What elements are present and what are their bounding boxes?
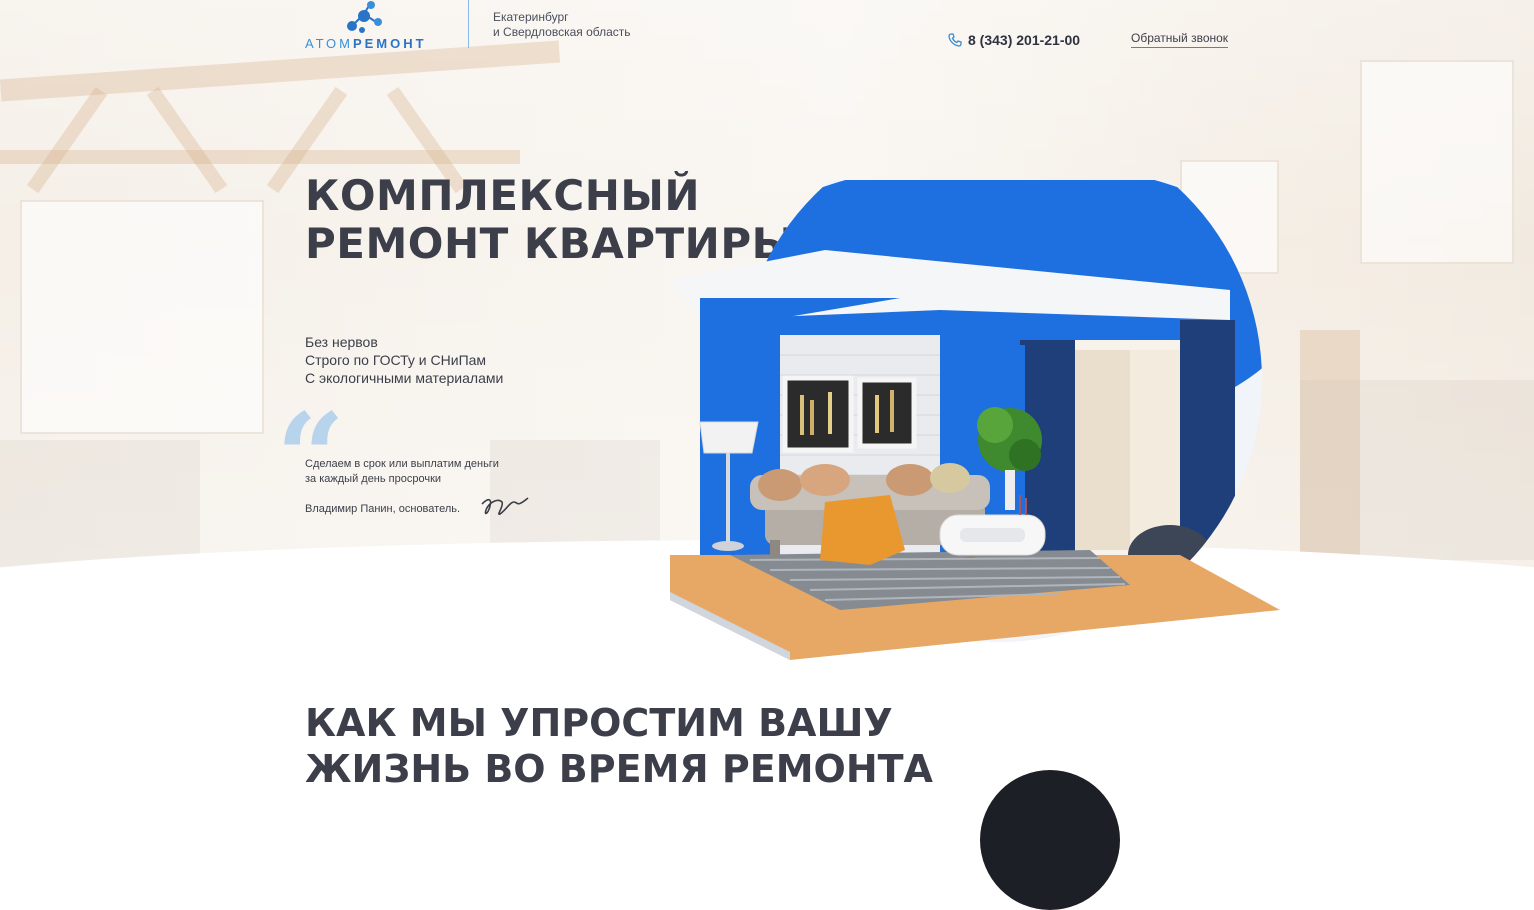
region-info: Екатеринбург и Свердловская область	[493, 10, 631, 40]
header-divider	[468, 0, 469, 48]
quote-line-1: Сделаем в срок или выплатим деньги	[305, 458, 499, 470]
atom-logo-icon	[347, 1, 382, 33]
logo-text: АТОМРЕМОНТ	[305, 36, 427, 51]
quote-author: Владимир Панин, основатель.	[305, 503, 461, 515]
founder-quote: Сделаем в срок или выплатим деньги за ка…	[305, 457, 499, 487]
benefits-list: Без нервов Строго по ГОСТу и СНиПам С эк…	[305, 333, 503, 387]
quote-line-2: за каждый день просрочки	[305, 473, 442, 485]
region-area: и Свердловская область	[493, 25, 631, 39]
region-city: Екатеринбург	[493, 10, 569, 24]
phone-icon	[948, 33, 962, 47]
phone-number: 8 (343) 201-21-00	[968, 32, 1081, 48]
logo-text-remont: РЕМОНТ	[352, 36, 427, 51]
benefit-item: С экологичными материалами	[305, 370, 504, 386]
callback-button[interactable]: Обратный звонок	[1131, 31, 1229, 48]
section-title-line-1: КАК МЫ УПРОСТИМ ВАШУ	[305, 701, 893, 745]
benefit-item: Без нервов	[305, 334, 378, 350]
section-title-line-2: ЖИЗНЬ ВО ВРЕМЯ РЕМОНТА	[305, 747, 933, 791]
signature-icon	[481, 497, 529, 516]
benefit-item: Строго по ГОСТу и СНиПам	[305, 352, 487, 368]
section-decoration	[980, 770, 1120, 910]
logo[interactable]: АТОМРЕМОНТ	[305, 0, 427, 51]
logo-text-atom: АТОМ	[305, 36, 353, 51]
room-illustration	[670, 180, 1280, 660]
phone-link[interactable]: 8 (343) 201-21-00	[948, 32, 1080, 48]
section-title: КАК МЫ УПРОСТИМ ВАШУ ЖИЗНЬ ВО ВРЕМЯ РЕМО…	[305, 700, 933, 792]
